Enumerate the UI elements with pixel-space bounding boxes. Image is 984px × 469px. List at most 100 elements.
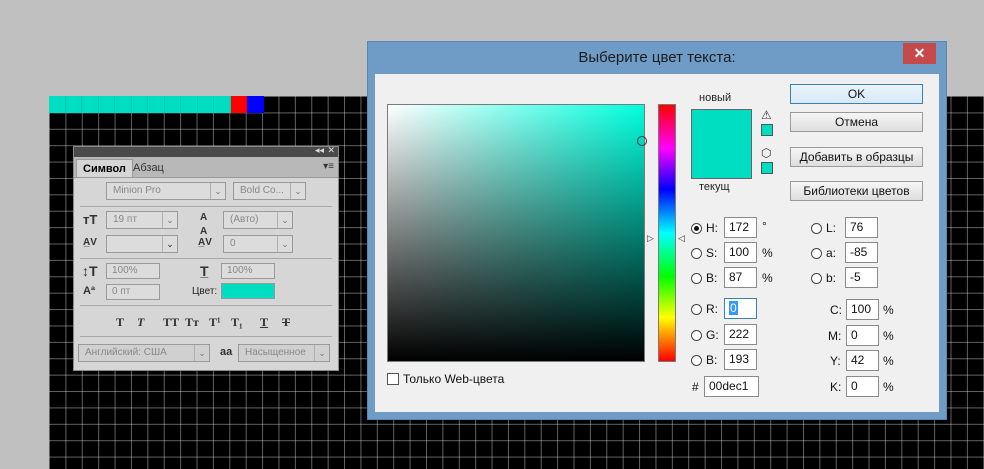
close-button[interactable]: ✕ [903, 43, 936, 64]
yellow-unit: % [883, 354, 894, 368]
small-caps-button[interactable]: Tт [185, 315, 199, 330]
dialog-title: Выберите цвет текста: [578, 49, 736, 66]
new-color-swatch [692, 110, 751, 144]
swatch[interactable] [98, 96, 115, 113]
close-icon[interactable]: ✕ [327, 145, 335, 156]
brightness-label: B: [706, 271, 718, 285]
swatch[interactable] [197, 96, 214, 113]
saturation-radio[interactable] [691, 248, 702, 259]
language-select[interactable]: Английский: США ⌄ [78, 344, 210, 362]
magenta-input[interactable]: 0 [846, 325, 879, 346]
green-radio[interactable] [691, 330, 702, 341]
saturation-input[interactable]: 100 [724, 242, 757, 263]
strikethrough-button[interactable]: T [282, 315, 290, 330]
color-preview [691, 109, 752, 179]
panel-tabs: Символ Абзац ▾≡ [74, 157, 338, 178]
swatch[interactable] [247, 96, 264, 113]
chevron-down-icon: ⌄ [210, 183, 225, 199]
horizontal-scale-icon: T̲ [200, 263, 209, 279]
all-caps-button[interactable]: TT [163, 315, 179, 330]
baseline-shift-field[interactable]: 0 пт [106, 284, 160, 300]
vertical-scale-icon: ↕T [82, 263, 98, 279]
panel-menu-icon[interactable]: ▾≡ [323, 161, 334, 172]
ok-button[interactable]: OK [790, 84, 923, 104]
swatch[interactable] [214, 96, 231, 113]
tab-character[interactable]: Символ [76, 159, 133, 177]
language-value: Английский: США [85, 347, 167, 358]
websafe-swatch[interactable] [761, 162, 773, 174]
gamut-swatch[interactable] [761, 124, 773, 136]
font-size-select[interactable]: 19 пт ⌄ [106, 211, 178, 229]
faux-italic-button[interactable]: T [137, 315, 144, 330]
swatch[interactable] [131, 96, 148, 113]
tracking-icon: A̲V [198, 237, 212, 248]
vertical-scale-field[interactable]: 100% [106, 263, 160, 279]
swatch[interactable] [148, 96, 165, 113]
lab-a-radio[interactable] [811, 248, 822, 259]
font-style-value: Bold Co... [240, 185, 284, 196]
blue-radio[interactable] [691, 355, 702, 366]
hex-input[interactable]: 00dec1 [704, 376, 759, 397]
color-field[interactable] [387, 104, 645, 362]
brightness-input[interactable]: 87 [724, 267, 757, 288]
lab-b-radio[interactable] [811, 273, 822, 284]
warning-triangle-icon[interactable]: ⚠ [761, 108, 772, 122]
swatch-strip [49, 96, 264, 113]
web-colors-only-checkbox[interactable] [387, 373, 399, 385]
kerning-select[interactable]: ⌄ [106, 235, 178, 253]
collapse-icon[interactable]: ◂◂ [315, 145, 324, 156]
antialias-icon: aa [220, 346, 233, 358]
cyan-input[interactable]: 100 [846, 299, 879, 320]
black-input[interactable]: 0 [846, 376, 879, 397]
subscript-button[interactable]: T₁ [231, 315, 243, 330]
current-color-swatch[interactable] [692, 144, 751, 178]
swatch[interactable] [230, 96, 247, 113]
hue-slider[interactable] [658, 104, 676, 362]
faux-bold-button[interactable]: T [116, 315, 124, 330]
red-input[interactable]: 0 [724, 298, 757, 319]
underline-button[interactable]: T [260, 315, 268, 330]
red-radio[interactable] [691, 304, 702, 315]
saturation-unit: % [762, 246, 773, 260]
chevron-down-icon: ⌄ [277, 236, 292, 252]
blue-input[interactable]: 193 [724, 349, 757, 370]
add-to-swatches-button[interactable]: Добавить в образцы [790, 147, 923, 167]
slider-right-arrow-icon[interactable]: ◁ [678, 233, 685, 244]
antialias-select[interactable]: Насыщенное ⌄ [238, 344, 330, 362]
green-input[interactable]: 222 [724, 324, 757, 345]
tracking-select[interactable]: 0 ⌄ [223, 235, 293, 253]
slider-left-arrow-icon[interactable]: ▷ [647, 233, 654, 244]
cube-icon[interactable]: ⬡ [761, 146, 771, 160]
font-family-select[interactable]: Minion Pro ⌄ [106, 182, 226, 200]
cancel-button[interactable]: Отмена [790, 112, 923, 132]
swatch[interactable] [115, 96, 132, 113]
swatch[interactable] [65, 96, 82, 113]
lightness-label: L: [826, 221, 837, 235]
hue-input[interactable]: 172 [724, 217, 757, 238]
text-color-swatch[interactable] [221, 283, 275, 299]
hue-radio[interactable] [691, 223, 702, 234]
lab-a-input[interactable]: -85 [845, 242, 878, 263]
red-input-value: 0 [729, 301, 738, 315]
leading-select[interactable]: (Авто) ⌄ [223, 211, 293, 229]
antialias-value: Насыщенное [245, 347, 306, 358]
magenta-label: M: [828, 329, 842, 343]
swatch[interactable] [164, 96, 181, 113]
swatch[interactable] [49, 96, 66, 113]
color-field-cursor[interactable] [637, 136, 647, 146]
superscript-button[interactable]: T¹ [209, 315, 221, 330]
font-style-select[interactable]: Bold Co... ⌄ [233, 182, 306, 200]
panel-titlebar[interactable]: ◂◂ ✕ [74, 145, 338, 157]
saturation-label: S: [706, 246, 718, 260]
tab-paragraph[interactable]: Абзац [127, 159, 170, 177]
lab-b-input[interactable]: -5 [845, 267, 878, 288]
brightness-radio[interactable] [691, 273, 702, 284]
color-libraries-button[interactable]: Библиотеки цветов [790, 181, 923, 201]
lightness-input[interactable]: 76 [845, 217, 878, 238]
lightness-radio[interactable] [811, 223, 822, 234]
yellow-input[interactable]: 42 [846, 350, 879, 371]
swatch[interactable] [181, 96, 198, 113]
horizontal-scale-field[interactable]: 100% [221, 263, 275, 279]
font-size-icon: ᴛT [83, 212, 98, 227]
swatch[interactable] [82, 96, 99, 113]
